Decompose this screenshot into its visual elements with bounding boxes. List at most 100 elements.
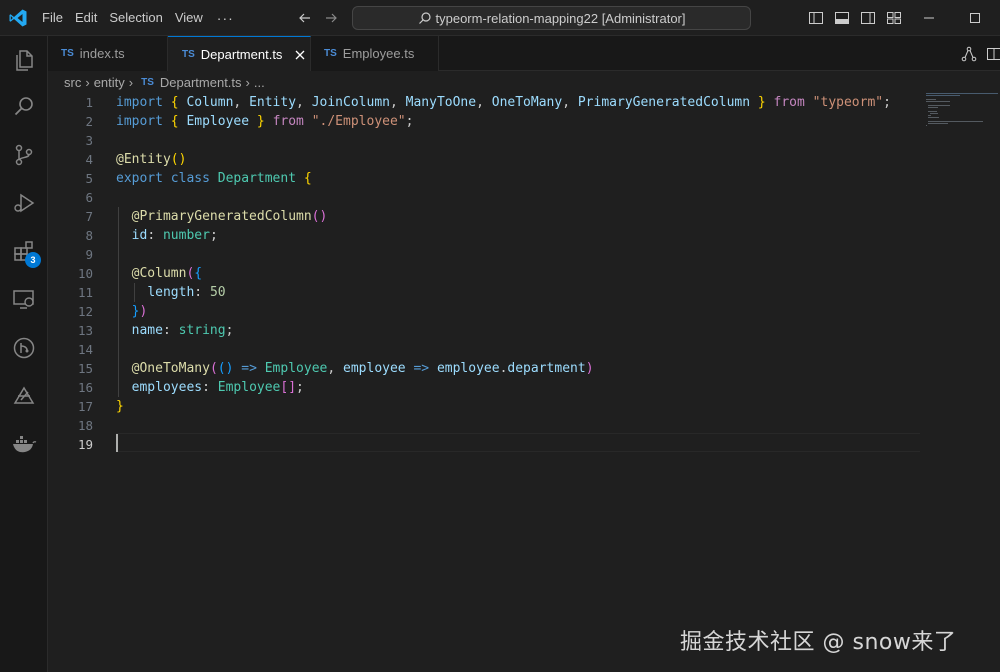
code-line: length: 50 — [116, 283, 920, 302]
code-editor[interactable]: 1 2 3 4 5 6 7 8 9 10 11 12 13 14 15 16 1… — [48, 93, 1000, 672]
menu-selection[interactable]: Selection — [103, 7, 168, 29]
code-token: class — [170, 171, 210, 186]
code-token: string — [178, 323, 226, 338]
line-number: 5 — [85, 171, 93, 186]
toggle-secondary-sidebar-icon[interactable] — [860, 10, 876, 26]
tab-employee-ts[interactable]: TS Employee.ts — [311, 36, 439, 71]
menu-edit[interactable]: Edit — [69, 7, 103, 29]
back-arrow-icon[interactable] — [297, 10, 313, 26]
line-number: 14 — [77, 342, 93, 357]
breadcrumb-entity[interactable]: entity — [94, 75, 125, 90]
code-token: , — [389, 95, 406, 110]
code-token: ManyToOne — [405, 95, 477, 110]
line-number: 18 — [77, 418, 93, 433]
activity-bar: 3 — [0, 36, 48, 672]
code-token: } — [116, 399, 124, 414]
code-token: => — [413, 361, 430, 376]
open-changes-icon[interactable] — [961, 46, 977, 62]
testing-button[interactable] — [0, 372, 48, 420]
line-number: 4 — [85, 152, 93, 167]
code-token: Entity — [249, 95, 297, 110]
code-line: import { Column, Entity, JoinColumn, Man… — [116, 93, 920, 112]
remote-explorer-button[interactable] — [0, 275, 48, 323]
minimap-line — [928, 111, 937, 112]
tab-department-ts[interactable]: TS Department.ts — [168, 36, 311, 72]
code-token: @Entity — [116, 152, 171, 167]
files-icon — [16, 50, 33, 71]
toggle-primary-sidebar-icon[interactable] — [808, 10, 824, 26]
split-editor-icon[interactable] — [986, 46, 1000, 62]
menu-view[interactable]: View — [169, 7, 209, 29]
chevron-right-icon: › — [128, 74, 134, 90]
line-number: 1 — [85, 95, 93, 110]
extensions-badge: 3 — [25, 252, 41, 268]
code-token: number — [162, 228, 210, 243]
menu-more-button[interactable]: ··· — [209, 10, 242, 26]
close-tab-button[interactable] — [292, 47, 308, 63]
code-line: }) — [116, 302, 920, 321]
menu-bar: File Edit Selection View ··· — [36, 0, 242, 36]
tab-index-ts[interactable]: TS index.ts — [48, 36, 168, 71]
code-token: @Column — [131, 266, 187, 281]
source-control-button[interactable] — [0, 131, 48, 179]
search-button[interactable] — [0, 82, 48, 130]
git-graph-button[interactable] — [0, 324, 48, 372]
code-line: @Entity() — [116, 150, 920, 169]
docker-button[interactable] — [0, 420, 48, 468]
code-token: , — [476, 95, 492, 110]
breadcrumb-src[interactable]: src — [64, 75, 81, 90]
code-line: export class Department { — [116, 169, 920, 188]
code-token: ; — [225, 323, 234, 338]
line-number: 11 — [77, 285, 93, 300]
minimap-line — [926, 125, 927, 126]
toggle-panel-icon[interactable] — [834, 10, 850, 26]
run-debug-button[interactable] — [0, 179, 48, 227]
code-token: export — [116, 171, 163, 186]
text-cursor — [116, 434, 118, 452]
customize-layout-icon[interactable] — [886, 10, 902, 26]
code-token: length — [147, 285, 195, 300]
forward-arrow-icon[interactable] — [323, 10, 339, 26]
code-token: OneToMany — [491, 95, 563, 110]
line-number-current: 19 — [77, 437, 93, 452]
line-number: 9 — [85, 247, 93, 262]
minimap[interactable] — [926, 93, 1000, 133]
vscode-logo-icon[interactable] — [8, 8, 28, 28]
menu-file[interactable]: File — [36, 7, 69, 29]
breadcrumb-file[interactable]: Department.ts — [160, 75, 242, 90]
breadcrumb-symbol[interactable]: ... — [254, 75, 265, 90]
code-token: Column — [186, 95, 234, 110]
code-token: "typeorm" — [812, 95, 884, 110]
code-line: import { Employee } from "./Employee"; — [116, 112, 920, 131]
code-token: @OneToMany — [131, 361, 210, 376]
maximize-button[interactable] — [952, 0, 998, 36]
tab-label: Department.ts — [200, 47, 283, 62]
explorer-button[interactable] — [0, 36, 48, 84]
typescript-icon: TS — [182, 49, 195, 60]
tab-label: Employee.ts — [342, 46, 415, 61]
code-token: [] — [280, 380, 297, 395]
code-token: : — [162, 323, 179, 338]
line-number: 7 — [85, 209, 93, 224]
extensions-button[interactable]: 3 — [0, 227, 48, 275]
minimap-line — [928, 107, 938, 108]
minimize-button[interactable] — [906, 0, 952, 36]
code-token: from — [773, 95, 805, 110]
command-center-search[interactable]: typeorm-relation-mapping22 [Administrato… — [352, 6, 751, 30]
code-token: Employee — [264, 361, 328, 376]
code-token: employees — [131, 380, 203, 395]
code-token: } — [757, 95, 766, 110]
